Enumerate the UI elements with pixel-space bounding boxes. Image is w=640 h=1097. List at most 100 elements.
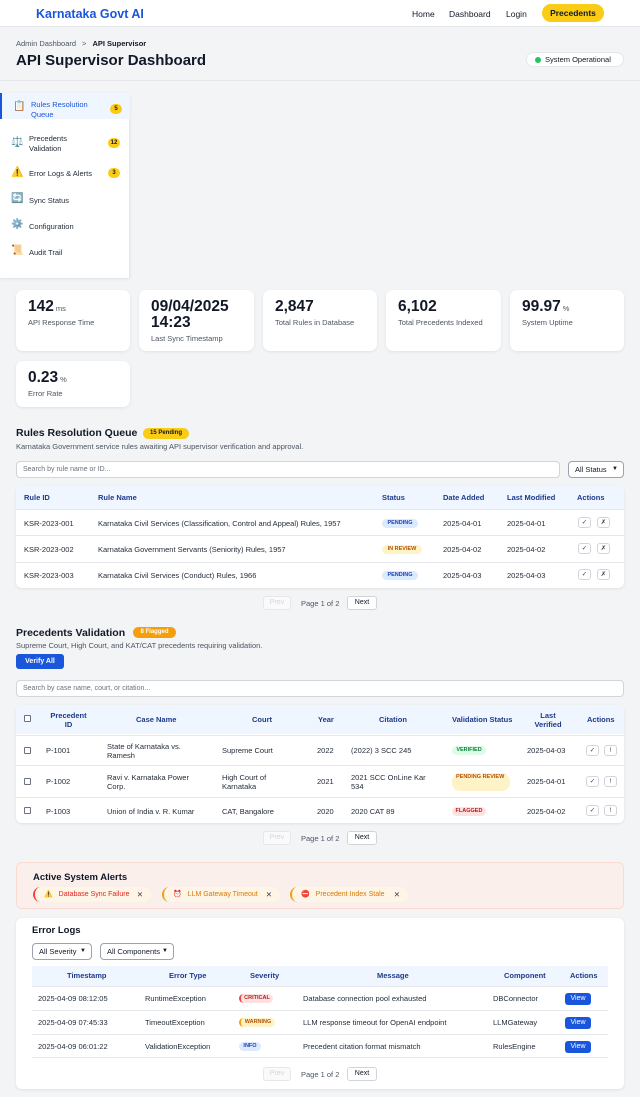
stat-label: API Response Time <box>28 318 95 327</box>
rules-search-input[interactable]: Search by rule name or ID... <box>16 461 560 478</box>
column-header: Error Type <box>169 971 207 980</box>
rule-name[interactable]: Karnataka Government Servants (Seniority… <box>98 545 286 554</box>
column-header: Status <box>382 493 405 502</box>
stat-card-last-sync: 09/04/2025 14:23 Last Sync Timestamp <box>139 290 254 351</box>
error-logs-table: Timestamp Error Type Severity Message Co… <box>32 966 608 1058</box>
verify-all-button[interactable]: Verify All <box>16 654 64 669</box>
timestamp: 2025-04-09 08:12:05 <box>38 994 108 1003</box>
reject-button[interactable]: ✗ <box>597 543 610 554</box>
stat-unit: % <box>60 375 67 384</box>
nav-precedents-button[interactable]: Precedents <box>542 4 604 22</box>
case-name[interactable]: State of Karnataka vs. Ramesh <box>107 742 207 760</box>
severity-filter[interactable]: All Severity ▼ <box>32 943 92 960</box>
verify-button[interactable]: ✓ <box>586 776 599 787</box>
component: DBConnector <box>493 994 539 1003</box>
view-button[interactable]: View <box>565 993 591 1005</box>
component-filter[interactable]: All Components ▼ <box>100 943 174 960</box>
stat-value: 6,102 <box>398 298 437 315</box>
verify-button[interactable]: ✓ <box>586 805 599 816</box>
last-modified: 2025-04-02 <box>507 545 546 554</box>
alert-chip-llm-timeout[interactable]: ⏰ LLM Gateway Timeout ✕ <box>162 887 280 902</box>
column-header: Actions <box>587 715 615 724</box>
approve-button[interactable]: ✓ <box>578 517 591 528</box>
system-status-badge: System Operational <box>526 52 624 67</box>
reject-button[interactable]: ✗ <box>597 517 610 528</box>
select-all-checkbox[interactable] <box>24 715 31 722</box>
stat-unit: ms <box>55 304 66 313</box>
close-icon[interactable]: ✕ <box>137 887 143 902</box>
stat-card-api-response: 142 ms API Response Time <box>16 290 130 351</box>
rule-name[interactable]: Karnataka Civil Services (Conduct) Rules… <box>98 571 256 580</box>
column-header: Case Name <box>136 715 177 724</box>
case-name[interactable]: Union of India v. R. Kumar <box>107 807 194 816</box>
sidebar-count-badge: 12 <box>108 138 120 148</box>
precedents-prev-button[interactable]: Prev <box>263 831 291 845</box>
sidebar-item-rules-resolution-queue[interactable]: 📋 Rules Resolution Queue 5 <box>0 93 130 119</box>
view-button[interactable]: View <box>565 1017 591 1029</box>
error-message: LLM response timeout for OpenAI endpoint <box>303 1018 447 1027</box>
approve-button[interactable]: ✓ <box>578 543 591 554</box>
year: 2020 <box>317 807 334 816</box>
table-header: Timestamp Error Type Severity Message Co… <box>32 966 608 986</box>
view-button[interactable]: View <box>565 1041 591 1053</box>
reject-button[interactable]: ✗ <box>597 569 610 580</box>
nav-link-home[interactable]: Home <box>412 9 435 19</box>
sidebar-item-label: Sync Status <box>29 196 70 205</box>
column-header: Precedent ID <box>50 711 87 729</box>
column-header: Actions <box>577 493 605 502</box>
precedents-next-button[interactable]: Next <box>347 831 377 845</box>
alert-chip-database-sync[interactable]: ⚠️ Database Sync Failure ✕ <box>33 887 151 902</box>
last-modified: 2025-04-03 <box>507 571 546 580</box>
row-checkbox[interactable] <box>24 778 31 785</box>
alerts-title: Active System Alerts <box>33 872 128 883</box>
validation-status-badge: VERIFIED <box>452 746 486 755</box>
court: CAT, Bangalore <box>222 807 274 816</box>
flag-button[interactable]: ! <box>604 745 617 756</box>
clock-icon: ⏰ <box>173 891 182 898</box>
brand-logo[interactable]: Karnataka Govt AI <box>36 7 144 21</box>
column-header: Actions <box>570 971 598 980</box>
errors-page-info: Page 1 of 2 <box>301 1070 340 1079</box>
stat-label: Total Precedents Indexed <box>398 318 483 327</box>
sidebar-item-error-logs-alerts[interactable]: ⚠️ Error Logs & Alerts 3 <box>0 161 130 187</box>
validation-status-badge: FLAGGED <box>452 807 486 816</box>
precedents-table: Precedent ID Case Name Court Year Citati… <box>16 705 624 823</box>
severity-badge: WARNING <box>239 1018 275 1027</box>
row-checkbox[interactable] <box>24 807 31 814</box>
sidebar-item-precedents-validation[interactable]: ⚖️ Precedents Validation 12 <box>0 129 130 155</box>
sidebar-item-audit-trail[interactable]: 📜 Audit Trail <box>0 239 130 265</box>
sidebar-item-sync-status[interactable]: 🔄 Sync Status <box>0 187 130 213</box>
nav-link-login[interactable]: Login <box>506 9 527 19</box>
table-row: P-1001 State of Karnataka vs. Ramesh Sup… <box>16 735 624 765</box>
court: High Court of Karnataka <box>222 773 267 791</box>
breadcrumb: Admin Dashboard > API Supervisor <box>16 39 146 48</box>
flag-button[interactable]: ! <box>604 805 617 816</box>
close-icon[interactable]: ✕ <box>394 887 400 902</box>
precedents-search-input[interactable]: Search by case name, court, or citation.… <box>16 680 624 697</box>
approve-button[interactable]: ✓ <box>578 569 591 580</box>
stat-value: 99.97% <box>522 298 570 315</box>
alert-chip-index-stale[interactable]: ⛔ Precedent Index Stale ✕ <box>290 887 408 902</box>
column-header: Date Added <box>443 493 485 502</box>
breadcrumb-root[interactable]: Admin Dashboard <box>16 39 76 48</box>
nav-link-dashboard[interactable]: Dashboard <box>449 9 491 19</box>
scroll-icon: 📜 <box>11 245 24 256</box>
warning-icon: ⚠️ <box>44 891 53 898</box>
close-icon[interactable]: ✕ <box>266 887 272 902</box>
active-alerts-panel: Active System Alerts ⚠️ Database Sync Fa… <box>16 862 624 909</box>
errors-next-button[interactable]: Next <box>347 1067 377 1081</box>
row-checkbox[interactable] <box>24 747 31 754</box>
last-verified: 2025-04-03 <box>527 746 566 755</box>
rules-prev-button[interactable]: Prev <box>263 596 291 610</box>
verify-button[interactable]: ✓ <box>586 745 599 756</box>
sidebar-item-configuration[interactable]: ⚙️ Configuration <box>0 213 130 239</box>
rules-status-filter[interactable]: All Status ▼ <box>568 461 624 478</box>
case-name[interactable]: Ravi v. Karnataka Power Corp. <box>107 773 207 791</box>
stat-value: 0.23% <box>28 369 67 386</box>
errors-prev-button[interactable]: Prev <box>263 1067 291 1081</box>
rule-name[interactable]: Karnataka Civil Services (Classification… <box>98 519 341 528</box>
precedents-section-title: Precedents Validation <box>16 627 126 639</box>
flag-button[interactable]: ! <box>604 776 617 787</box>
year: 2022 <box>317 746 334 755</box>
rules-next-button[interactable]: Next <box>347 596 377 610</box>
